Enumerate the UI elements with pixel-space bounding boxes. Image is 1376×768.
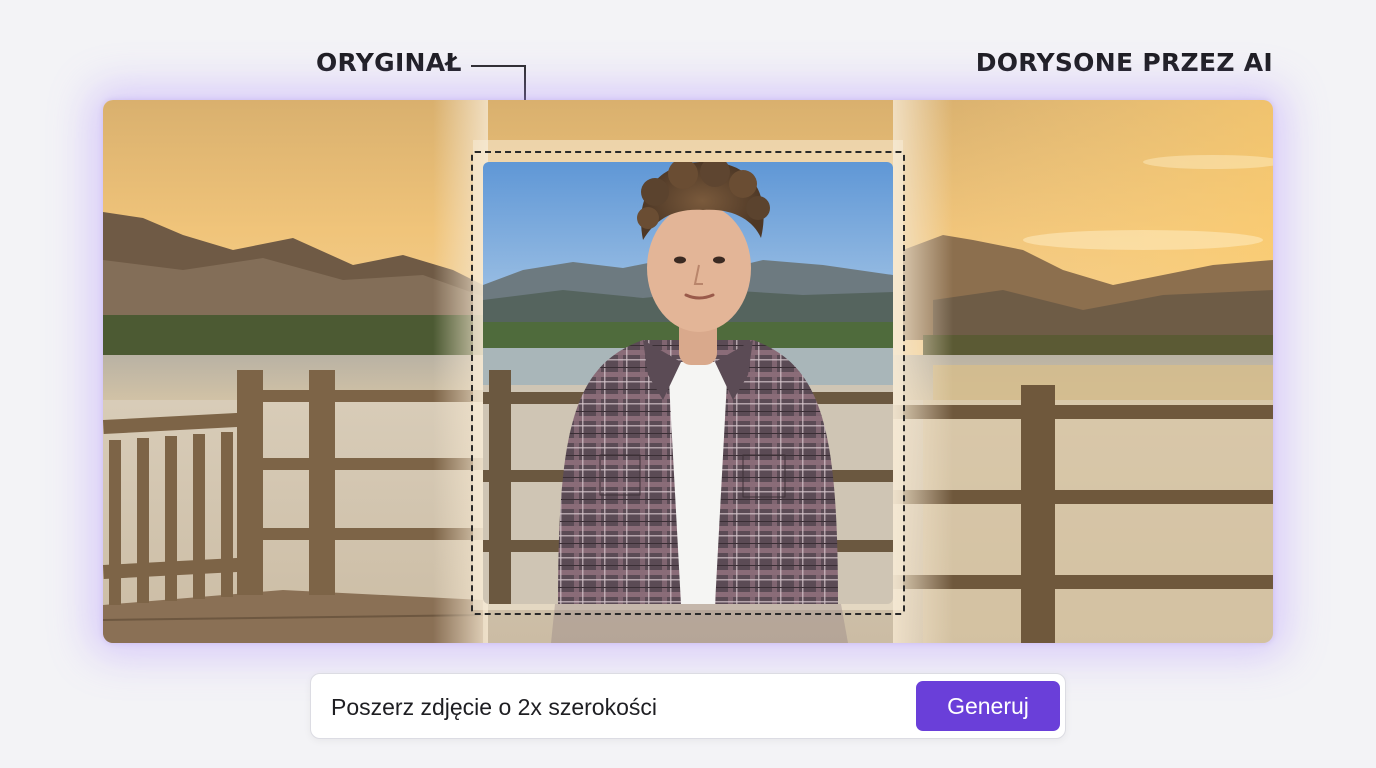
ai-extended-label: DORYSONE PRZEZ AI [975, 48, 1273, 77]
prompt-input[interactable] [329, 684, 913, 730]
prompt-bar: Generuj [310, 673, 1066, 739]
original-label: ORYGINAŁ [316, 48, 462, 77]
image-canvas [103, 100, 1273, 643]
generate-button[interactable]: Generuj [916, 681, 1060, 731]
original-crop-frame [471, 151, 905, 615]
